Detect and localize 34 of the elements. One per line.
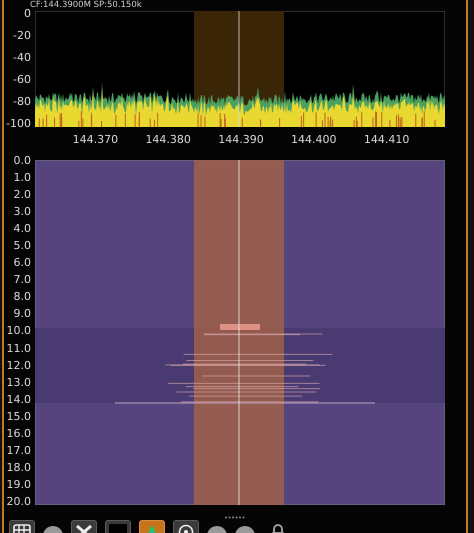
axis-label: 6.0 xyxy=(12,257,31,268)
axis-label: -60 xyxy=(12,74,31,85)
axis-label: 1.0 xyxy=(12,172,31,184)
axis-label: -40 xyxy=(12,52,31,63)
axis-label: 17.0 xyxy=(6,444,31,456)
axis-label: 10.0 xyxy=(6,325,31,336)
axis-label: 14.0 xyxy=(6,394,31,405)
axis-label: 144.410 xyxy=(362,133,410,147)
axis-label: 11.0 xyxy=(6,342,31,354)
axis-label: 18.0 xyxy=(6,462,31,473)
axis-label: 0.0 xyxy=(12,155,31,166)
axis-label: -100 xyxy=(5,118,31,129)
axis-label: -20 xyxy=(12,30,31,41)
axis-label: 144.400 xyxy=(290,133,338,147)
axis-label: 13.0 xyxy=(6,376,31,388)
axis-label: 0 xyxy=(23,8,31,19)
axis-label: 9.0 xyxy=(12,308,31,320)
axis-label: 15.0 xyxy=(6,410,31,422)
status-text: CF:144.3900M SP:50.150k xyxy=(30,0,143,10)
axis-label: 19.0 xyxy=(6,478,31,490)
axis-label: 4.0 xyxy=(12,223,31,234)
axis-label: -80 xyxy=(12,96,31,107)
axis-label: 144.390 xyxy=(217,133,265,147)
axis-label: 16.0 xyxy=(6,428,31,439)
axis-label: 3.0 xyxy=(12,206,31,218)
axis-label: 20.0 xyxy=(6,496,31,507)
resize-handle-icon[interactable] xyxy=(224,516,246,519)
axis-label: 12.0 xyxy=(6,360,31,371)
axis-label: 7.0 xyxy=(12,274,31,286)
axis-label: 5.0 xyxy=(12,240,31,252)
axis-label: 144.380 xyxy=(144,133,192,147)
axis-label: 8.0 xyxy=(12,291,31,302)
axis-label: 144.370 xyxy=(72,133,120,147)
axis-label: 2.0 xyxy=(12,189,31,200)
